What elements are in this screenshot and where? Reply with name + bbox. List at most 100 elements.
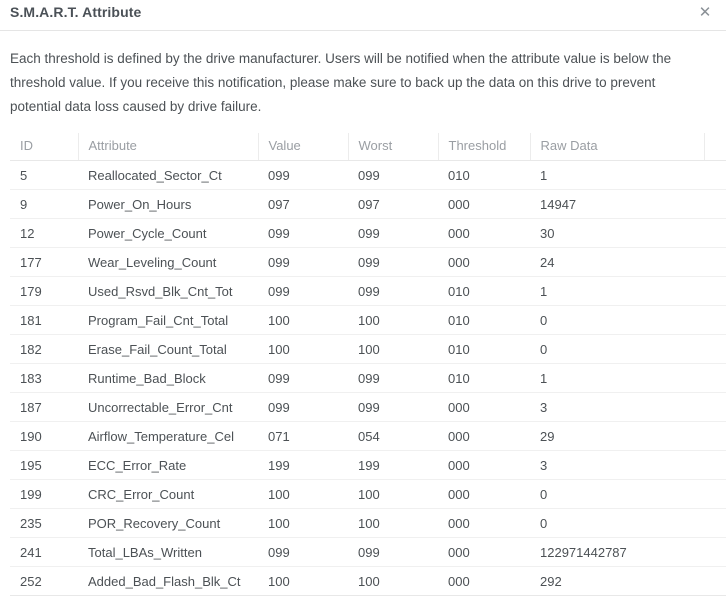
table-row[interactable]: 195 ECC_Error_Rate 199 199 000 3 (10, 450, 726, 480)
table-row[interactable]: 190 Airflow_Temperature_Cel 071 054 000 29 (10, 421, 726, 451)
cell-attribute: POR_Recovery_Count (78, 508, 258, 538)
table-row[interactable]: 181 Program_Fail_Cnt_Total 100 100 010 0 (10, 305, 726, 335)
column-header-worst[interactable]: Worst (348, 133, 439, 161)
cell-spacer (704, 421, 726, 451)
smart-table-container: ID Attribute Value Worst Threshold Raw Data 5… (0, 133, 726, 596)
cell-raw_data: 1 (530, 160, 704, 190)
cell-spacer (704, 450, 726, 480)
cell-worst: 099 (348, 218, 438, 248)
cell-raw_data: 0 (530, 479, 704, 509)
cell-raw_data: 29 (530, 421, 704, 451)
cell-value: 099 (258, 276, 348, 306)
cell-value: 099 (258, 363, 348, 393)
cell-value: 099 (258, 537, 348, 567)
cell-worst: 097 (348, 189, 438, 219)
cell-threshold: 000 (438, 450, 530, 480)
cell-value: 071 (258, 421, 348, 451)
cell-id: 181 (10, 305, 78, 335)
cell-attribute: Airflow_Temperature_Cel (78, 421, 258, 451)
cell-spacer (704, 566, 726, 596)
column-header-raw_data[interactable]: Raw Data (530, 133, 705, 161)
cell-id: 235 (10, 508, 78, 538)
cell-threshold: 010 (438, 305, 530, 335)
cell-spacer (704, 218, 726, 248)
cell-id: 199 (10, 479, 78, 509)
table-row[interactable]: 183 Runtime_Bad_Block 099 099 010 1 (10, 363, 726, 393)
column-header-spacer[interactable] (704, 133, 726, 161)
cell-value: 100 (258, 508, 348, 538)
cell-spacer (704, 160, 726, 190)
cell-worst: 099 (348, 537, 438, 567)
column-header-threshold[interactable]: Threshold (438, 133, 531, 161)
cell-threshold: 010 (438, 160, 530, 190)
cell-worst: 100 (348, 508, 438, 538)
cell-spacer (704, 305, 726, 335)
cell-attribute: Used_Rsvd_Blk_Cnt_Tot (78, 276, 258, 306)
cell-worst: 099 (348, 392, 438, 422)
cell-spacer (704, 276, 726, 306)
cell-threshold: 010 (438, 276, 530, 306)
table-row[interactable]: 182 Erase_Fail_Count_Total 100 100 010 0 (10, 334, 726, 364)
cell-id: 179 (10, 276, 78, 306)
dialog-title: S.M.A.R.T. Attribute (10, 4, 142, 20)
smart-attribute-table: ID Attribute Value Worst Threshold Raw Data 5… (10, 133, 726, 596)
cell-worst: 099 (348, 276, 438, 306)
table-row[interactable]: 12 Power_Cycle_Count 099 099 000 30 (10, 218, 726, 248)
cell-value: 099 (258, 247, 348, 277)
table-body: 5 Reallocated_Sector_Ct 099 099 010 1 9 Power_O… (10, 160, 726, 596)
cell-threshold: 000 (438, 189, 530, 219)
cell-spacer (704, 479, 726, 509)
column-header-value[interactable]: Value (258, 133, 349, 161)
cell-threshold: 000 (438, 508, 530, 538)
cell-threshold: 000 (438, 566, 530, 596)
cell-value: 100 (258, 334, 348, 364)
table-header-row: ID Attribute Value Worst Threshold Raw Data (10, 133, 726, 161)
table-row[interactable]: 199 CRC_Error_Count 100 100 000 0 (10, 479, 726, 509)
cell-raw_data: 14947 (530, 189, 704, 219)
cell-spacer (704, 537, 726, 567)
table-row[interactable]: 235 POR_Recovery_Count 100 100 000 0 (10, 508, 726, 538)
table-row[interactable]: 9 Power_On_Hours 097 097 000 14947 (10, 189, 726, 219)
cell-attribute: Power_On_Hours (78, 189, 258, 219)
cell-raw_data: 0 (530, 334, 704, 364)
cell-threshold: 000 (438, 218, 530, 248)
dialog-titlebar: S.M.A.R.T. Attribute ✕ (0, 0, 726, 31)
cell-attribute: Runtime_Bad_Block (78, 363, 258, 393)
cell-raw_data: 24 (530, 247, 704, 277)
smart-attribute-dialog: S.M.A.R.T. Attribute ✕ Each threshold is… (0, 0, 726, 602)
table-row[interactable]: 187 Uncorrectable_Error_Cnt 099 099 000 3 (10, 392, 726, 422)
column-header-attribute[interactable]: Attribute (78, 133, 259, 161)
table-row[interactable]: 179 Used_Rsvd_Blk_Cnt_Tot 099 099 010 1 (10, 276, 726, 306)
cell-raw_data: 3 (530, 392, 704, 422)
cell-attribute: CRC_Error_Count (78, 479, 258, 509)
table-row[interactable]: 177 Wear_Leveling_Count 099 099 000 24 (10, 247, 726, 277)
cell-threshold: 000 (438, 421, 530, 451)
cell-threshold: 000 (438, 247, 530, 277)
cell-threshold: 000 (438, 479, 530, 509)
cell-value: 099 (258, 218, 348, 248)
cell-value: 100 (258, 479, 348, 509)
cell-attribute: Reallocated_Sector_Ct (78, 160, 258, 190)
cell-value: 100 (258, 305, 348, 335)
cell-raw_data: 0 (530, 508, 704, 538)
cell-attribute: Total_LBAs_Written (78, 537, 258, 567)
cell-spacer (704, 334, 726, 364)
cell-raw_data: 122971442787 (530, 537, 704, 567)
cell-worst: 100 (348, 479, 438, 509)
cell-worst: 099 (348, 247, 438, 277)
cell-id: 183 (10, 363, 78, 393)
table-row[interactable]: 241 Total_LBAs_Written 099 099 000 1229714427… (10, 537, 726, 567)
table-row[interactable]: 5 Reallocated_Sector_Ct 099 099 010 1 (10, 160, 726, 190)
cell-threshold: 000 (438, 392, 530, 422)
close-icon[interactable]: ✕ (694, 2, 716, 24)
cell-raw_data: 30 (530, 218, 704, 248)
dialog-description: Each threshold is defined by the drive m… (10, 51, 672, 114)
table-row[interactable]: 252 Added_Bad_Flash_Blk_Ct 100 100 000 292 (10, 566, 726, 596)
cell-value: 097 (258, 189, 348, 219)
cell-threshold: 000 (438, 537, 530, 567)
cell-raw_data: 292 (530, 566, 704, 596)
column-header-id[interactable]: ID (10, 133, 79, 161)
cell-value: 199 (258, 450, 348, 480)
cell-value: 099 (258, 160, 348, 190)
cell-id: 190 (10, 421, 78, 451)
